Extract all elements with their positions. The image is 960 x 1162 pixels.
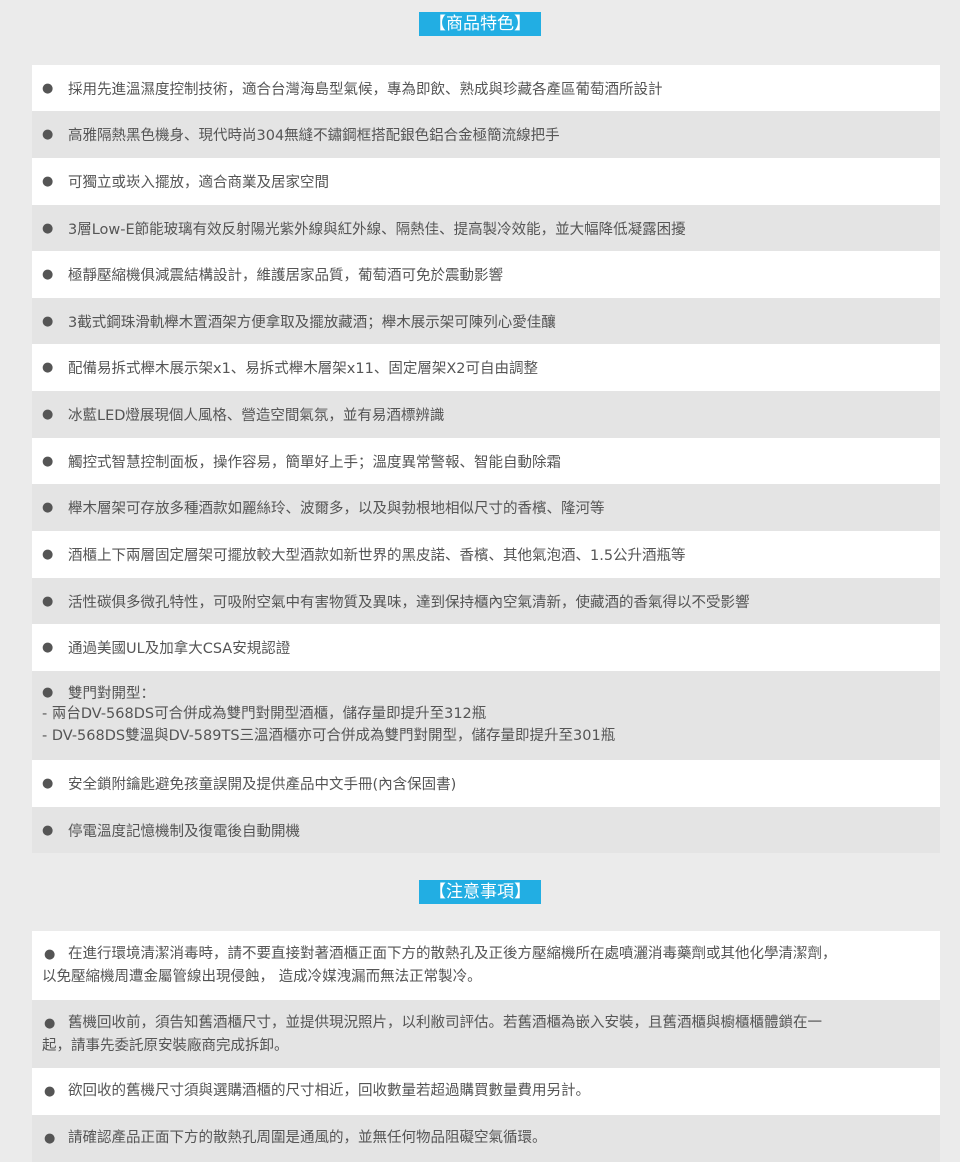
bullet-icon: ● bbox=[42, 593, 54, 609]
double-door-label-row: ● 雙門對開型： bbox=[40, 681, 940, 703]
list-item-text: 可獨立或崁入擺放，適合商業及居家空間 bbox=[68, 175, 329, 191]
bullet-icon: ● bbox=[42, 220, 54, 236]
list-item: ● 櫸木層架可存放多種酒款如麗絲玲、波爾多，以及與勃根地相似尺寸的香檳、隆河等 bbox=[32, 484, 940, 531]
double-door-line-2: - DV-568DS雙溫與DV-589TS三溫酒櫃亦可合併成為雙門對開型，儲存量… bbox=[42, 728, 616, 744]
double-door-label: 雙門對開型： bbox=[68, 685, 155, 702]
note-item: ● 舊機回收前，須告知舊酒櫃尺寸，並提供現況照片，以利敝司評估。若舊酒櫃為嵌入安裝… bbox=[32, 1000, 940, 1068]
list-item-text: 酒櫃上下兩層固定層架可擺放較大型酒款如新世界的黑皮諾、香檳、其他氣泡酒、1.5公… bbox=[68, 548, 686, 564]
bullet-icon: ● bbox=[42, 360, 54, 375]
list-item: ● 可獨立或崁入擺放，適合商業及居家空間 bbox=[32, 158, 940, 205]
bullet-icon: ● bbox=[42, 500, 54, 515]
list-item-text: 採用先進溫濕度控制技術，適合台灣海島型氣候，專為即飲、熟成與珍藏各產區葡萄酒所設… bbox=[68, 81, 663, 98]
list-item-text: 3層Low-E節能玻璃有效反射陽光紫外線與紅外線、隔熱佳、提高製冷效能，並大幅降… bbox=[68, 221, 686, 238]
note-text: 舊機回收前，須告知舊酒櫃尺寸，並提供現況照片，以利敝司評估。若舊酒櫃為嵌入安裝，… bbox=[68, 1015, 822, 1031]
note-text: 請確認產品正面下方的散熱孔周圍是通風的，並無任何物品阻礙空氣循環。 bbox=[68, 1130, 547, 1146]
bullet-icon: ● bbox=[42, 267, 54, 282]
notes-title: 【注意事項】 bbox=[419, 880, 541, 904]
list-item: ● 安全鎖附鑰匙避免孩童誤開及提供產品中文手冊(內含保固書) bbox=[32, 760, 940, 807]
list-item-text: 配備易拆式櫸木展示架x1、易拆式櫸木層架x11、固定層架X2可自由調整 bbox=[68, 361, 538, 377]
bullet-icon: ● bbox=[44, 1016, 56, 1031]
list-item: ● 觸控式智慧控制面板，操作容易，簡單好上手；溫度異常警報、智能自動除霜 bbox=[32, 438, 940, 484]
list-item: ● 配備易拆式櫸木展示架x1、易拆式櫸木層架x11、固定層架X2可自由調整 bbox=[32, 344, 940, 391]
bullet-icon: ● bbox=[42, 407, 54, 422]
list-item: ● 酒櫃上下兩層固定層架可擺放較大型酒款如新世界的黑皮諾、香檳、其他氣泡酒、1.… bbox=[32, 531, 940, 578]
double-door-line-1: - 兩台DV-568DS可合併成為雙門對開型酒櫃，儲存量即提升至312瓶 bbox=[42, 706, 487, 722]
note-line-1: ● 在進行環境清潔消毒時，請不要直接對著酒櫃正面下方的散熱孔及正後方壓縮機所在處噴… bbox=[42, 943, 932, 966]
list-item: ● 活性碳俱多微孔特性，可吸附空氣中有害物質及異味，達到保持櫃內空氣清新，使藏酒… bbox=[32, 578, 940, 624]
list-item: ● 採用先進溫濕度控制技術，適合台灣海島型氣候，專為即飲、熟成與珍藏各產區葡萄酒… bbox=[32, 65, 940, 111]
bullet-icon: ● bbox=[42, 684, 54, 700]
note-text: 在進行環境清潔消毒時，請不要直接對著酒櫃正面下方的散熱孔及正後方壓縮機所在處噴灑… bbox=[68, 946, 837, 962]
note-line-1: ● 欲回收的舊機尺寸須與選購酒櫃的尺寸相近，回收數量若超過購買數量費用另計。 bbox=[42, 1080, 932, 1103]
note-item: ● 請確認產品正面下方的散熱孔周圍是通風的，並無任何物品阻礙空氣循環。 bbox=[32, 1115, 940, 1162]
list-item-text: 通過美國UL及加拿大CSA安規認證 bbox=[68, 641, 291, 657]
note-item: ● 欲回收的舊機尺寸須與選購酒櫃的尺寸相近，回收數量若超過購買數量費用另計。 bbox=[32, 1068, 940, 1115]
list-item-text: 櫸木層架可存放多種酒款如麗絲玲、波爾多，以及與勃根地相似尺寸的香檳、隆河等 bbox=[68, 501, 605, 517]
list-item-text: 高雅隔熱黑色機身、現代時尚304無縫不鏽鋼框搭配銀色鋁合金極簡流線把手 bbox=[68, 128, 560, 144]
list-item-text: 極靜壓縮機俱減震結構設計，維護居家品質，葡萄酒可免於震動影響 bbox=[68, 268, 503, 284]
note-line-1: ● 舊機回收前，須告知舊酒櫃尺寸，並提供現況照片，以利敝司評估。若舊酒櫃為嵌入安裝… bbox=[42, 1012, 932, 1035]
bullet-icon: ● bbox=[44, 1084, 56, 1099]
list-item: ● 3截式鋼珠滑軌櫸木置酒架方便拿取及擺放藏酒；櫸木展示架可陳列心愛佳釀 bbox=[32, 298, 940, 344]
bullet-icon: ● bbox=[42, 453, 54, 469]
list-item: ● 極靜壓縮機俱減震結構設計，維護居家品質，葡萄酒可免於震動影響 bbox=[32, 251, 940, 298]
list-item: ● 通過美國UL及加拿大CSA安規認證 bbox=[32, 624, 940, 671]
notes-section-header: 【注意事項】 bbox=[0, 880, 960, 904]
list-item: ● 停電溫度記憶機制及復電後自動開機 bbox=[32, 807, 940, 853]
list-item-double-door: ● 雙門對開型： - 兩台DV-568DS可合併成為雙門對開型酒櫃，儲存量即提升… bbox=[32, 671, 940, 760]
list-item: ● 高雅隔熱黑色機身、現代時尚304無縫不鏽鋼框搭配銀色鋁合金極簡流線把手 bbox=[32, 111, 940, 158]
notes-list: ● 在進行環境清潔消毒時，請不要直接對著酒櫃正面下方的散熱孔及正後方壓縮機所在處噴… bbox=[32, 931, 940, 1162]
list-item: ● 3層Low-E節能玻璃有效反射陽光紫外線與紅外線、隔熱佳、提高製冷效能，並大… bbox=[32, 205, 940, 251]
list-item-text: 安全鎖附鑰匙避免孩童誤開及提供產品中文手冊(內含保固書) bbox=[68, 777, 457, 793]
bullet-icon: ● bbox=[42, 174, 54, 189]
bullet-icon: ● bbox=[42, 640, 54, 655]
bullet-icon: ● bbox=[42, 547, 54, 562]
note-line-1: ● 請確認產品正面下方的散熱孔周圍是通風的，並無任何物品阻礙空氣循環。 bbox=[42, 1127, 932, 1150]
list-item-text: 觸控式智慧控制面板，操作容易，簡單好上手；溫度異常警報、智能自動除霜 bbox=[68, 454, 561, 471]
note-line-2: 起，請事先委託原安裝廠商完成拆卸。 bbox=[42, 1038, 289, 1054]
note-line-2: 以免壓縮機周遭金屬管線出現侵蝕， 造成冷媒洩漏而無法正常製冷。 bbox=[42, 969, 482, 985]
list-item-text: 停電溫度記憶機制及復電後自動開機 bbox=[68, 823, 300, 840]
list-item-text: 冰藍LED燈展現個人風格、營造空間氣氛，並有易酒標辨識 bbox=[68, 408, 445, 424]
features-section-header: 【商品特色】 bbox=[0, 12, 960, 36]
features-list: ● 採用先進溫濕度控制技術，適合台灣海島型氣候，專為即飲、熟成與珍藏各產區葡萄酒… bbox=[32, 65, 940, 853]
bullet-icon: ● bbox=[42, 313, 54, 329]
bullet-icon: ● bbox=[44, 1131, 56, 1146]
list-item-text: 3截式鋼珠滑軌櫸木置酒架方便拿取及擺放藏酒；櫸木展示架可陳列心愛佳釀 bbox=[68, 314, 556, 331]
list-item: ● 冰藍LED燈展現個人風格、營造空間氣氛，並有易酒標辨識 bbox=[32, 391, 940, 438]
note-item: ● 在進行環境清潔消毒時，請不要直接對著酒櫃正面下方的散熱孔及正後方壓縮機所在處噴… bbox=[32, 931, 940, 1000]
bullet-icon: ● bbox=[42, 822, 54, 838]
list-item-text: 活性碳俱多微孔特性，可吸附空氣中有害物質及異味，達到保持櫃內空氣清新，使藏酒的香… bbox=[68, 594, 750, 611]
bullet-icon: ● bbox=[42, 127, 54, 142]
bullet-icon: ● bbox=[44, 947, 56, 962]
note-text: 欲回收的舊機尺寸須與選購酒櫃的尺寸相近，回收數量若超過購買數量費用另計。 bbox=[68, 1083, 590, 1099]
bullet-icon: ● bbox=[42, 80, 54, 96]
features-title: 【商品特色】 bbox=[419, 12, 541, 36]
bullet-icon: ● bbox=[42, 776, 54, 791]
